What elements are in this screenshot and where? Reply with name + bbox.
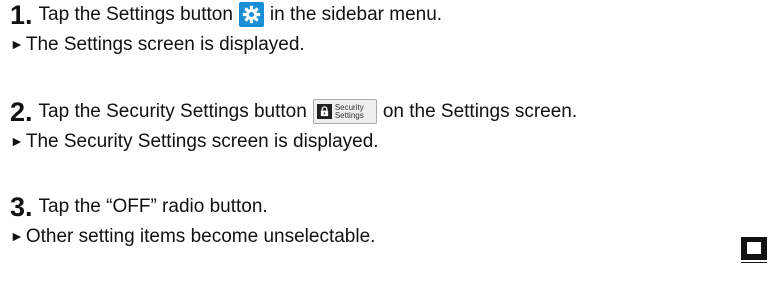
result-marker: ►: [10, 228, 24, 244]
step-3: 3. Tap the “OFF” radio button. ► Other se…: [10, 192, 375, 249]
security-settings-icon-label: Security Settings: [334, 102, 364, 120]
step-3-instruction: 3. Tap the “OFF” radio button.: [10, 192, 375, 222]
step-2-instruction: 2. Tap the Security Settings button Secu…: [10, 96, 578, 127]
step-1-number: 1.: [10, 0, 33, 30]
step-1: 1. Tap the Settings button in the sideba…: [10, 0, 443, 57]
step-1-instruction: 1. Tap the Settings button in the sideba…: [10, 0, 443, 30]
step-2-result-text: The Security Settings screen is displaye…: [25, 131, 379, 152]
step-3-number: 3.: [10, 192, 33, 222]
step-1-result: ► The Settings screen is displayed.: [10, 33, 442, 57]
step-1-text-before: Tap the Settings button: [38, 3, 233, 25]
gear-icon: [238, 2, 264, 27]
result-marker: ►: [10, 36, 24, 52]
step-2-text-before: Tap the Security Settings button: [38, 100, 307, 122]
step-3-result-text: Other setting items become unselectable.: [25, 226, 376, 247]
step-1-text-after: in the sidebar menu.: [269, 3, 443, 25]
note-icon: [741, 237, 767, 263]
step-1-result-text: The Settings screen is displayed.: [25, 34, 305, 55]
step-2-text-after: on the Settings screen.: [382, 100, 578, 122]
step-3-text: Tap the “OFF” radio button.: [38, 196, 268, 217]
security-settings-icon: Security Settings: [312, 99, 377, 124]
lock-icon: [316, 104, 332, 119]
step-2-result: ► The Security Settings screen is display…: [10, 130, 577, 154]
step-2: 2. Tap the Security Settings button Secu…: [10, 96, 578, 154]
step-3-result: ► Other setting items become unselectable…: [10, 225, 375, 249]
step-2-number: 2.: [10, 96, 33, 127]
result-marker: ►: [10, 133, 24, 149]
